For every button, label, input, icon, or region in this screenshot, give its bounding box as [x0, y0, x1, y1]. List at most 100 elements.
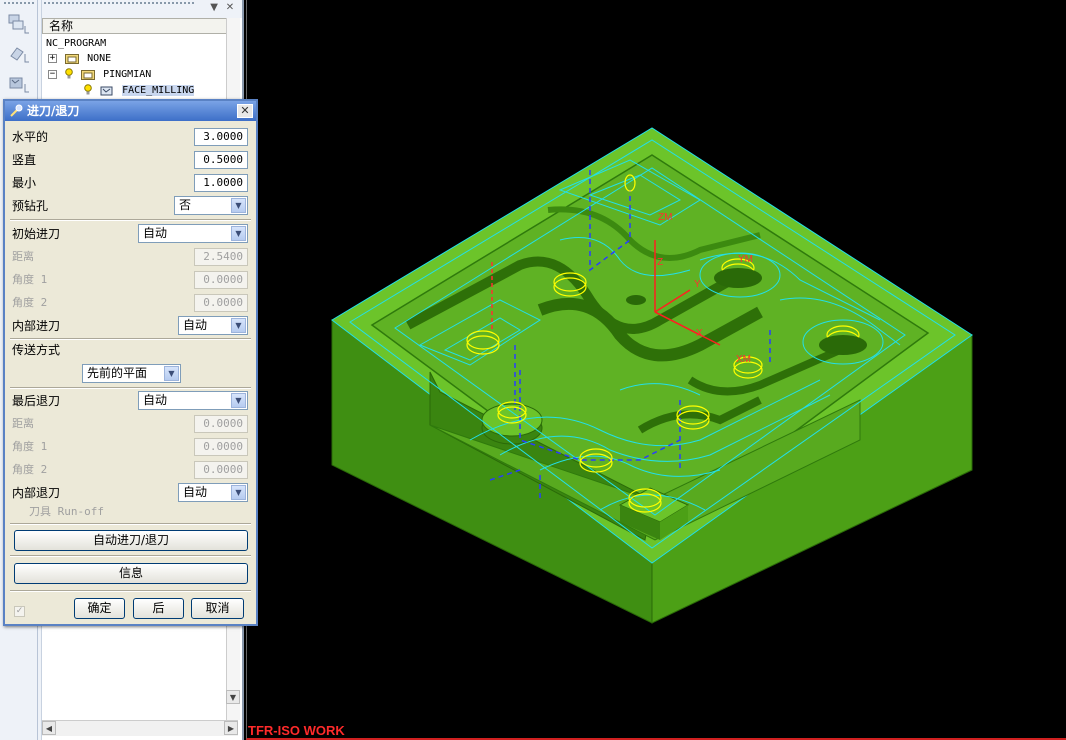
- final-distance-field[interactable]: 0.0000: [194, 415, 248, 433]
- auto-engage-retract-button[interactable]: 自动进刀/退刀: [14, 530, 248, 551]
- predrill-select[interactable]: 否 ▼: [174, 196, 248, 215]
- scroll-left-icon[interactable]: ◀: [42, 721, 56, 735]
- strip-grip: [4, 2, 34, 6]
- dialog-title: 进刀/退刀: [27, 104, 80, 118]
- internal-engage-label: 内部进刀: [12, 319, 61, 333]
- engage-retract-dialog: 进刀/退刀 ✕ 水平的 3.0000 竖直 0.5000 最小 1.0000 预…: [3, 99, 258, 626]
- panel-grip: [44, 2, 194, 5]
- hole-recess: [626, 295, 646, 305]
- final-angle2-label: 角度 2: [12, 463, 48, 476]
- internal-engage-select[interactable]: 自动 ▼: [178, 316, 248, 335]
- initial-angle2-label: 角度 2: [12, 296, 48, 309]
- part-model: ZM Z YM Y X XM: [331, 127, 973, 624]
- expand-icon[interactable]: +: [48, 53, 57, 63]
- boss-left-top: [481, 403, 543, 437]
- scroll-down-icon[interactable]: ▼: [226, 690, 240, 704]
- panel-close-icon[interactable]: ✕: [224, 2, 236, 14]
- cancel-button[interactable]: 取消: [191, 598, 244, 619]
- separator: [10, 219, 251, 221]
- axis-label: XM: [736, 354, 751, 365]
- horizontal-field[interactable]: 3.0000: [194, 128, 248, 146]
- operation-icon: [100, 86, 113, 95]
- final-retract-label: 最后退刀: [12, 394, 61, 408]
- internal-retract-select[interactable]: 自动 ▼: [178, 483, 248, 502]
- scroll-right-icon[interactable]: ▶: [224, 721, 238, 735]
- chevron-down-icon[interactable]: ▼: [231, 393, 246, 408]
- separator: [10, 555, 251, 557]
- initial-engage-value: 自动: [143, 226, 168, 240]
- tree-label: NONE: [87, 53, 112, 64]
- transfer-method-value: 先前的平面: [87, 366, 148, 380]
- dialog-title-bar[interactable]: 进刀/退刀 ✕: [5, 101, 256, 121]
- chevron-down-icon[interactable]: ▼: [164, 366, 179, 381]
- initial-distance-field[interactable]: 2.5400: [194, 248, 248, 266]
- vertical-label: 竖直: [12, 153, 37, 167]
- tool-icon: [10, 104, 23, 117]
- program-group-icon: [81, 69, 96, 80]
- operation-navigator-icon[interactable]: [7, 72, 31, 96]
- final-retract-select[interactable]: 自动 ▼: [138, 391, 248, 410]
- predrill-label: 预钻孔: [12, 199, 49, 213]
- slot-recess: [714, 268, 762, 288]
- tree-label: NC_PROGRAM: [46, 38, 107, 49]
- part-navigator-icon[interactable]: [7, 12, 31, 36]
- panel-menu-icon[interactable]: ▼: [210, 2, 218, 13]
- panel-top-bar: ▼ ✕: [42, 0, 242, 18]
- initial-angle2-field[interactable]: 0.0000: [194, 294, 248, 312]
- slot-recess: [819, 335, 867, 355]
- status-text: TFR-ISO WORK: [248, 723, 345, 738]
- lightbulb-icon: [65, 68, 73, 79]
- ok-button[interactable]: 确定: [74, 598, 125, 619]
- initial-angle1-label: 角度 1: [12, 273, 48, 286]
- axis-label: Z: [657, 257, 663, 268]
- final-angle1-field[interactable]: 0.0000: [194, 438, 248, 456]
- tree-label: FACE_MILLING: [122, 85, 195, 96]
- info-button[interactable]: 信息: [14, 563, 248, 584]
- initial-distance-label: 距离: [12, 250, 34, 263]
- close-icon[interactable]: ✕: [237, 104, 253, 118]
- vertical-field[interactable]: 0.5000: [194, 151, 248, 169]
- program-group-icon: [65, 53, 80, 64]
- axis-label: ZM: [658, 212, 672, 223]
- tree-row-pingmian[interactable]: − PINGMIAN: [48, 67, 151, 82]
- tree-label: PINGMIAN: [103, 69, 152, 80]
- graphics-viewport[interactable]: ZM Z YM Y X XM TFR-ISO WORK: [246, 0, 1066, 740]
- final-angle2-field[interactable]: 0.0000: [194, 461, 248, 479]
- final-distance-label: 距离: [12, 417, 34, 430]
- separator: [10, 523, 251, 525]
- internal-retract-label: 内部退刀: [12, 486, 61, 500]
- internal-engage-value: 自动: [183, 318, 208, 332]
- lightbulb-icon: [84, 84, 92, 95]
- separator: [10, 590, 251, 592]
- final-retract-value: 自动: [143, 393, 168, 407]
- internal-retract-value: 自动: [183, 485, 208, 499]
- back-button[interactable]: 后: [133, 598, 184, 619]
- chevron-down-icon[interactable]: ▼: [231, 318, 246, 333]
- horizontal-scrollbar[interactable]: ◀ ▶: [42, 720, 238, 736]
- separator: [10, 387, 251, 389]
- axis-label: X: [696, 328, 703, 339]
- column-header-name[interactable]: 名称: [42, 18, 230, 34]
- horizontal-label: 水平的: [12, 130, 49, 144]
- tool-runoff-label: 刀具 Run-off: [29, 505, 104, 518]
- collapse-icon[interactable]: −: [48, 69, 57, 79]
- initial-angle1-field[interactable]: 0.0000: [194, 271, 248, 289]
- minimum-field[interactable]: 1.0000: [194, 174, 248, 192]
- tree-row-none[interactable]: + NONE: [48, 51, 111, 66]
- transfer-method-select[interactable]: 先前的平面 ▼: [82, 364, 181, 383]
- chevron-down-icon[interactable]: ▼: [231, 226, 246, 241]
- separator: [10, 338, 251, 340]
- transfer-method-label: 传送方式: [12, 343, 61, 357]
- final-angle1-label: 角度 1: [12, 440, 48, 453]
- chevron-down-icon[interactable]: ▼: [231, 485, 246, 500]
- predrill-value: 否: [179, 198, 192, 212]
- assembly-navigator-icon[interactable]: [7, 42, 31, 66]
- tree-row-nc-program[interactable]: NC_PROGRAM: [46, 36, 106, 51]
- axis-label: Y: [694, 279, 701, 290]
- initial-engage-select[interactable]: 自动 ▼: [138, 224, 248, 243]
- minimum-label: 最小: [12, 176, 37, 190]
- chevron-down-icon[interactable]: ▼: [231, 198, 246, 213]
- tree-row-face-milling[interactable]: FACE_MILLING: [84, 83, 195, 98]
- axis-label: YM: [738, 254, 753, 265]
- tool-runoff-checkbox[interactable]: ✓: [14, 606, 25, 617]
